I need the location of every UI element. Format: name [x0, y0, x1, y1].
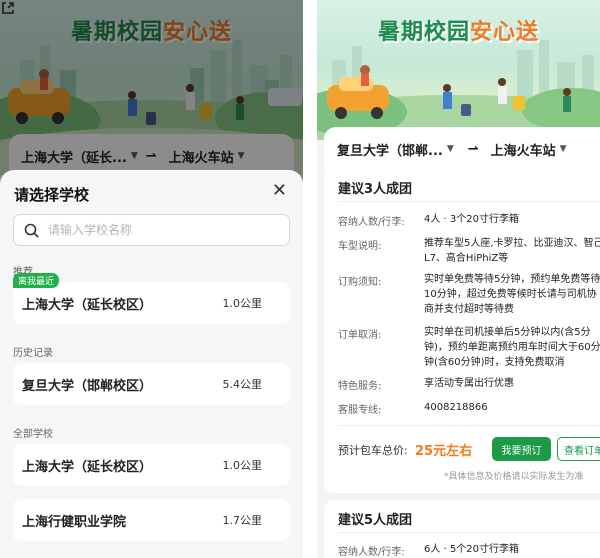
close-icon[interactable]: ✕	[272, 182, 287, 200]
chevron-down-icon: ▼	[559, 144, 567, 154]
row-label: 特色服务:	[338, 381, 382, 392]
price-value: 25元左右	[415, 444, 473, 459]
school-search-box[interactable]	[13, 214, 290, 246]
package-card: 建议3人成团 容纳人数/行李: 4人 · 3个20寸行李箱 车型说明: 推荐车型…	[324, 167, 600, 493]
school-item-history[interactable]: 复旦大学（邯郸校区） 5.4公里	[13, 363, 290, 405]
row-label: 订购须知:	[338, 277, 382, 288]
row-value: 推荐车型5人座,卡罗拉、比亚迪汉、智己L7、高合HiPhiZ等	[424, 238, 600, 264]
row-label: 客服专线:	[338, 405, 382, 416]
sheet-title: 请选择学校	[14, 186, 90, 204]
school-item-recommended[interactable]: 离我最近 上海大学（延长校区） 1.0公里	[13, 273, 290, 324]
route-from-label: 复旦大学（邯郸...	[337, 143, 443, 159]
banner-title: 暑期校园安心送	[317, 14, 600, 46]
school-name: 复旦大学（邯郸校区）	[22, 378, 153, 394]
row-value: 4008218866	[424, 402, 488, 413]
card-divider	[338, 425, 600, 426]
route-arrow-icon: ⇀	[467, 141, 479, 157]
school-picker-sheet: 请选择学校 ✕ 推荐 离我最近 上海大学（延长校区） 1.0公里 历史记录 复旦…	[0, 170, 303, 558]
row-value: 享活动专属出行优惠	[424, 378, 514, 389]
row-value: 实时单免费等待5分钟，预约单免费等待10分钟，超过免费等候时长请与司机协商并支付…	[424, 274, 600, 315]
view-order-button[interactable]: 查看订单	[557, 437, 600, 461]
row-label: 容纳人数/行李:	[338, 217, 405, 228]
row-label: 车型说明:	[338, 241, 382, 252]
school-search-input[interactable]	[48, 223, 268, 237]
school-item-all[interactable]: 上海大学（延长校区） 1.0公里	[13, 444, 290, 486]
chevron-down-icon: ▼	[446, 144, 454, 154]
school-name: 上海大学（延长校区）	[22, 297, 153, 313]
card-title: 建议3人成团	[338, 182, 413, 197]
card-title: 建议5人成团	[338, 513, 413, 528]
school-distance: 1.7公里	[222, 514, 263, 527]
row-value: 4人 · 3个20寸行李箱	[424, 214, 519, 225]
nearest-badge: 离我最近	[13, 273, 60, 288]
row-label: 容纳人数/行李:	[338, 547, 405, 558]
route-to[interactable]: 上海火车站 ▼	[491, 140, 567, 159]
price-disclaimer: *具体信息及价格请以实际发生为准	[444, 472, 584, 482]
school-distance: 5.4公里	[222, 378, 263, 391]
row-value: 6人 · 5个20寸行李箱	[424, 544, 519, 555]
banner-title-part2: 安心送	[470, 20, 540, 45]
route-from[interactable]: 复旦大学（邯郸... ▼	[337, 140, 454, 159]
left-screen: 暑期校园安心送 上海大学（延长... ▼ ⇀ 上海火车站 ▼ 请选择学校 ✕ 推…	[0, 0, 303, 558]
package-card: 建议5人成团 容纳人数/行李: 6人 · 5个20寸行李箱	[324, 500, 600, 558]
search-icon	[24, 223, 39, 238]
row-value: 实时单在司机接单后5分钟以内(含5分钟)，预约单距离预约用车时间大于60分钟(含…	[424, 327, 600, 368]
route-bar: 复旦大学（邯郸... ▼ ⇀ 上海火车站 ▼	[324, 127, 600, 171]
screen-gap	[303, 0, 317, 558]
school-item-all[interactable]: 上海行健职业学院 1.7公里	[13, 499, 290, 541]
school-name: 上海行健职业学院	[22, 514, 127, 530]
row-label: 订单取消:	[338, 330, 382, 341]
school-name: 上海大学（延长校区）	[22, 459, 153, 475]
school-distance: 1.0公里	[222, 459, 263, 472]
route-to-label: 上海火车站	[490, 143, 556, 159]
right-screen: 暑期校园安心送 复旦大学（邯郸... ▼ ⇀ 上海火车站 ▼ 建议3人成团 容纳…	[317, 0, 600, 558]
card-divider	[338, 532, 600, 533]
banner-title-part1: 暑期校园	[377, 20, 470, 45]
card-divider	[338, 201, 600, 202]
price-label: 预计包车总价:	[338, 444, 408, 457]
section-label-all: 全部学校	[13, 429, 53, 440]
banner: 暑期校园安心送	[317, 0, 600, 140]
section-label-history: 历史记录	[13, 348, 53, 359]
school-distance: 1.0公里	[222, 297, 263, 310]
book-button[interactable]: 我要预订	[492, 437, 551, 461]
